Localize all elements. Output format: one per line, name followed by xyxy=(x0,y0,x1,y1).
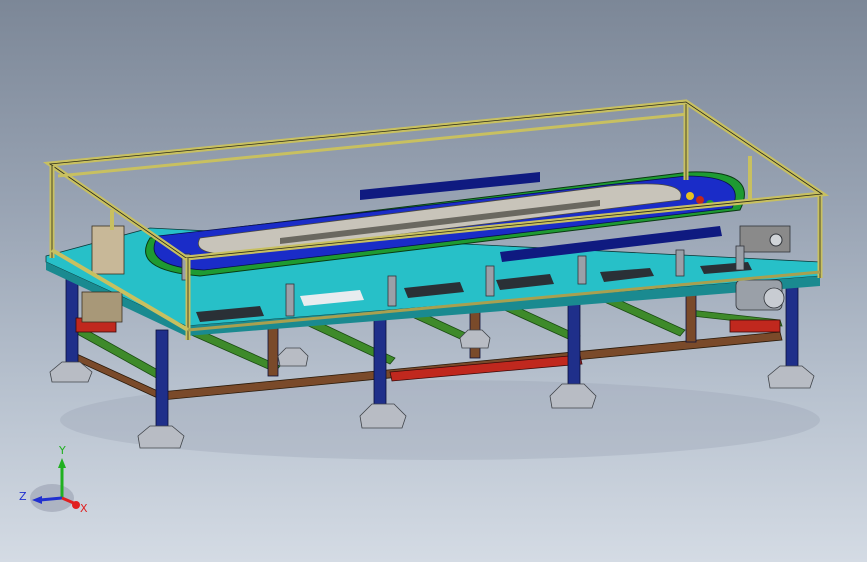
y-axis-label: Y xyxy=(58,444,66,457)
conveyor-assembly-model[interactable] xyxy=(0,0,867,562)
x-axis-label: X xyxy=(80,502,88,515)
z-axis-icon xyxy=(39,496,63,502)
view-orientation-triad: Y Z X xyxy=(19,444,88,515)
leg xyxy=(155,329,169,431)
graphics-viewport[interactable]: Y Z X xyxy=(0,0,867,562)
leg xyxy=(567,295,581,391)
leg xyxy=(785,279,799,373)
leg xyxy=(373,317,387,415)
leg xyxy=(267,325,279,377)
leg xyxy=(685,291,697,343)
z-axis-label: Z xyxy=(19,490,27,503)
